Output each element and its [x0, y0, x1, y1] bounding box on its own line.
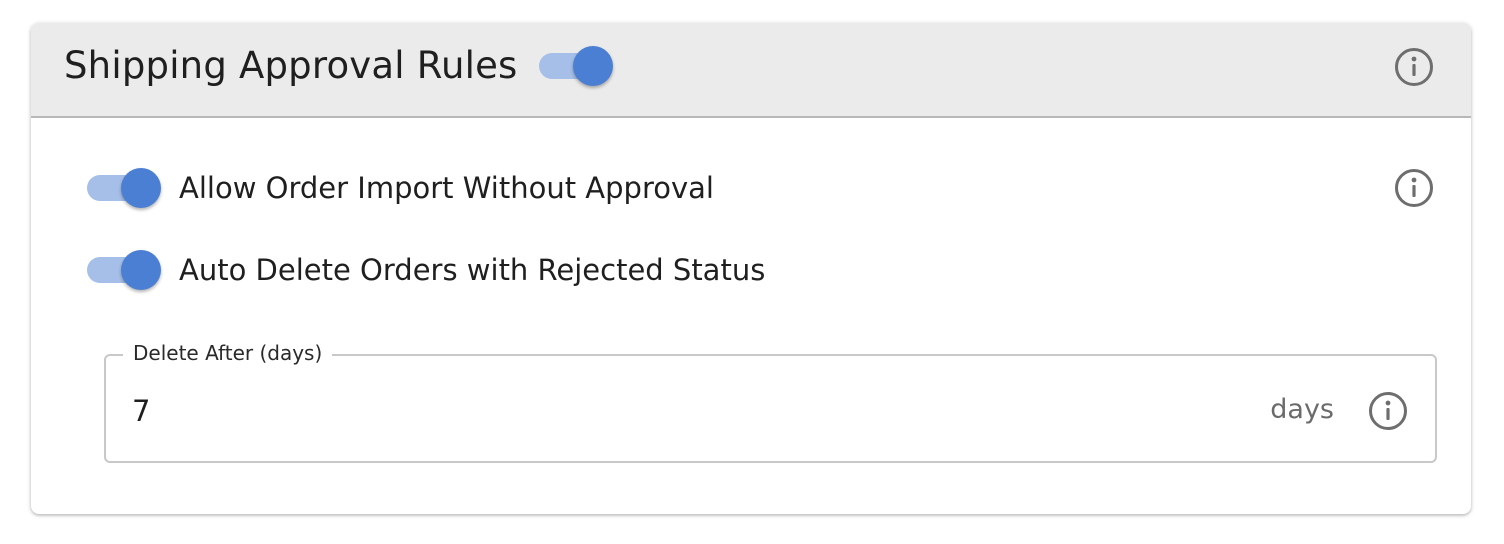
toggle-thumb [121, 168, 161, 208]
toggle-thumb [573, 46, 613, 86]
delete-after-input[interactable] [132, 391, 1232, 431]
days-suffix: days [1270, 394, 1334, 425]
card-title: Shipping Approval Rules [64, 44, 518, 87]
shipping-approval-card: Shipping Approval Rules Allow Order Impo… [31, 23, 1471, 514]
auto-delete-toggle[interactable] [87, 250, 161, 290]
auto-delete-label: Auto Delete Orders with Rejected Status [179, 253, 766, 287]
allow-import-label: Allow Order Import Without Approval [179, 171, 714, 205]
toggle-thumb [121, 250, 161, 290]
allow-import-toggle[interactable] [87, 168, 161, 208]
delete-after-label: Delete After (days) [123, 339, 333, 367]
info-circle-icon[interactable] [1368, 391, 1408, 431]
delete-after-field: Delete After (days) days [104, 339, 1437, 463]
info-circle-icon[interactable] [1394, 47, 1434, 87]
info-circle-icon[interactable] [1394, 168, 1434, 208]
shipping-approval-toggle[interactable] [539, 46, 613, 86]
card-header: Shipping Approval Rules [31, 23, 1471, 118]
